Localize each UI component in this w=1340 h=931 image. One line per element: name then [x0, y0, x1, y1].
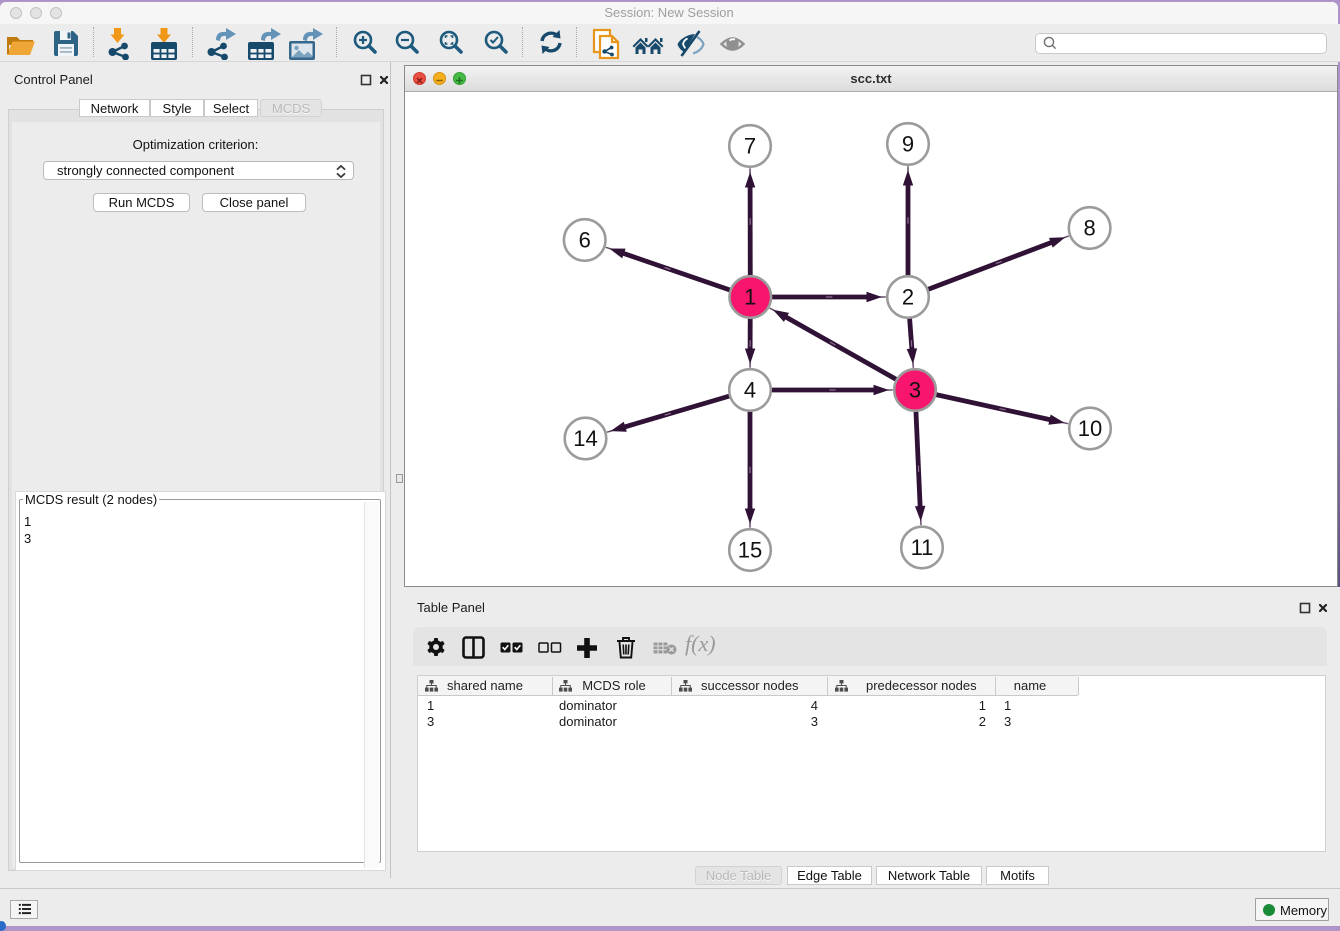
svg-text:1: 1 — [744, 285, 756, 310]
svg-text:14: 14 — [573, 426, 597, 451]
svg-text:2: 2 — [902, 285, 914, 310]
svg-text:4: 4 — [744, 378, 756, 403]
svg-text:9: 9 — [902, 132, 914, 157]
svg-text:6: 6 — [579, 228, 591, 253]
svg-text:11: 11 — [911, 535, 934, 560]
svg-text:3: 3 — [909, 378, 921, 403]
svg-text:8: 8 — [1083, 216, 1095, 241]
svg-text:15: 15 — [738, 538, 762, 563]
svg-text:7: 7 — [744, 134, 756, 159]
svg-text:10: 10 — [1078, 416, 1102, 441]
